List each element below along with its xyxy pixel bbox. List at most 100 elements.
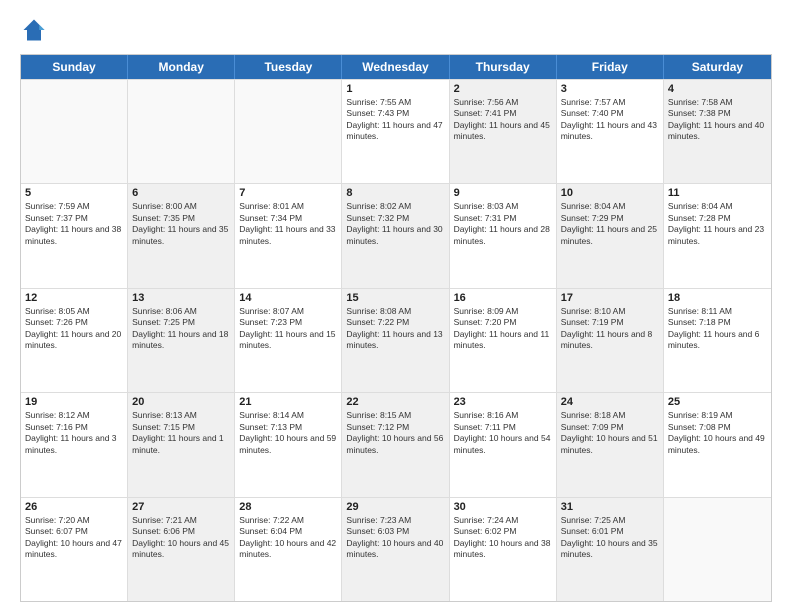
sunset-text: Sunset: 6:01 PM — [561, 526, 659, 537]
day-number: 19 — [25, 396, 123, 408]
daylight-text: Daylight: 11 hours and 18 minutes. — [132, 329, 230, 352]
sunrise-text: Sunrise: 8:09 AM — [454, 306, 552, 317]
day-number: 7 — [239, 187, 337, 199]
page: SundayMondayTuesdayWednesdayThursdayFrid… — [0, 0, 792, 612]
calendar-cell: 23Sunrise: 8:16 AMSunset: 7:11 PMDayligh… — [450, 393, 557, 496]
sunset-text: Sunset: 7:15 PM — [132, 422, 230, 433]
calendar-cell: 6 Sunrise: 8:00 AMSunset: 7:35 PMDaylight… — [128, 184, 235, 287]
daylight-text: Daylight: 11 hours and 38 minutes. — [25, 224, 123, 247]
sunset-text: Sunset: 7:32 PM — [346, 213, 444, 224]
day-number: 28 — [239, 501, 337, 513]
sunset-text: Sunset: 7:20 PM — [454, 317, 552, 328]
daylight-text: Daylight: 10 hours and 54 minutes. — [454, 433, 552, 456]
sunrise-text: Sunrise: 7:58 AM — [668, 97, 767, 108]
calendar-cell — [128, 80, 235, 183]
calendar-cell: 26Sunrise: 7:20 AMSunset: 6:07 PMDayligh… — [21, 498, 128, 601]
sunset-text: Sunset: 7:40 PM — [561, 108, 659, 119]
calendar-cell: 20Sunrise: 8:13 AMSunset: 7:15 PMDayligh… — [128, 393, 235, 496]
sunrise-text: Sunrise: 7:20 AM — [25, 515, 123, 526]
sunrise-text: Sunrise: 8:07 AM — [239, 306, 337, 317]
header-day-friday: Friday — [557, 55, 664, 79]
sunrise-text: Sunrise: 8:05 AM — [25, 306, 123, 317]
daylight-text: Daylight: 10 hours and 38 minutes. — [454, 538, 552, 561]
header-day-thursday: Thursday — [450, 55, 557, 79]
sunset-text: Sunset: 7:09 PM — [561, 422, 659, 433]
calendar-cell: 2Sunrise: 7:56 AMSunset: 7:41 PMDaylight… — [450, 80, 557, 183]
daylight-text: Daylight: 11 hours and 30 minutes. — [346, 224, 444, 247]
sunset-text: Sunset: 7:38 PM — [668, 108, 767, 119]
day-number: 23 — [454, 396, 552, 408]
day-number: 13 — [132, 292, 230, 304]
day-number: 6 — [132, 187, 230, 199]
sunset-text: Sunset: 7:34 PM — [239, 213, 337, 224]
sunrise-text: Sunrise: 8:13 AM — [132, 410, 230, 421]
day-number: 22 — [346, 396, 444, 408]
calendar-cell: 7Sunrise: 8:01 AMSunset: 7:34 PMDaylight… — [235, 184, 342, 287]
calendar-cell: 14Sunrise: 8:07 AMSunset: 7:23 PMDayligh… — [235, 289, 342, 392]
calendar-cell: 29Sunrise: 7:23 AMSunset: 6:03 PMDayligh… — [342, 498, 449, 601]
daylight-text: Daylight: 11 hours and 28 minutes. — [454, 224, 552, 247]
sunrise-text: Sunrise: 7:22 AM — [239, 515, 337, 526]
sunset-text: Sunset: 7:12 PM — [346, 422, 444, 433]
calendar-cell: 11Sunrise: 8:04 AMSunset: 7:28 PMDayligh… — [664, 184, 771, 287]
day-number: 17 — [561, 292, 659, 304]
calendar-cell: 3Sunrise: 7:57 AMSunset: 7:40 PMDaylight… — [557, 80, 664, 183]
sunset-text: Sunset: 7:35 PM — [132, 213, 230, 224]
daylight-text: Daylight: 11 hours and 40 minutes. — [668, 120, 767, 143]
daylight-text: Daylight: 11 hours and 25 minutes. — [561, 224, 659, 247]
calendar-cell — [664, 498, 771, 601]
sunrise-text: Sunrise: 8:14 AM — [239, 410, 337, 421]
sunset-text: Sunset: 7:29 PM — [561, 213, 659, 224]
header — [20, 16, 772, 44]
day-number: 21 — [239, 396, 337, 408]
sunset-text: Sunset: 6:02 PM — [454, 526, 552, 537]
daylight-text: Daylight: 10 hours and 51 minutes. — [561, 433, 659, 456]
day-number: 5 — [25, 187, 123, 199]
day-number: 30 — [454, 501, 552, 513]
sunrise-text: Sunrise: 8:04 AM — [668, 201, 767, 212]
sunrise-text: Sunrise: 8:04 AM — [561, 201, 659, 212]
daylight-text: Daylight: 11 hours and 33 minutes. — [239, 224, 337, 247]
daylight-text: Daylight: 11 hours and 3 minutes. — [25, 433, 123, 456]
sunrise-text: Sunrise: 8:00 AM — [132, 201, 230, 212]
calendar-cell: 18Sunrise: 8:11 AMSunset: 7:18 PMDayligh… — [664, 289, 771, 392]
calendar-cell: 19Sunrise: 8:12 AMSunset: 7:16 PMDayligh… — [21, 393, 128, 496]
header-day-saturday: Saturday — [664, 55, 771, 79]
sunrise-text: Sunrise: 8:03 AM — [454, 201, 552, 212]
calendar-body: 1Sunrise: 7:55 AMSunset: 7:43 PMDaylight… — [21, 79, 771, 601]
day-number: 14 — [239, 292, 337, 304]
day-number: 10 — [561, 187, 659, 199]
sunset-text: Sunset: 7:08 PM — [668, 422, 767, 433]
sunrise-text: Sunrise: 7:21 AM — [132, 515, 230, 526]
calendar-cell: 16Sunrise: 8:09 AMSunset: 7:20 PMDayligh… — [450, 289, 557, 392]
logo — [20, 16, 52, 44]
calendar-cell: 5Sunrise: 7:59 AMSunset: 7:37 PMDaylight… — [21, 184, 128, 287]
sunset-text: Sunset: 7:16 PM — [25, 422, 123, 433]
daylight-text: Daylight: 10 hours and 56 minutes. — [346, 433, 444, 456]
sunrise-text: Sunrise: 7:24 AM — [454, 515, 552, 526]
sunset-text: Sunset: 7:43 PM — [346, 108, 444, 119]
daylight-text: Daylight: 11 hours and 35 minutes. — [132, 224, 230, 247]
sunset-text: Sunset: 6:03 PM — [346, 526, 444, 537]
daylight-text: Daylight: 11 hours and 20 minutes. — [25, 329, 123, 352]
day-number: 31 — [561, 501, 659, 513]
calendar-week-4: 19Sunrise: 8:12 AMSunset: 7:16 PMDayligh… — [21, 392, 771, 496]
sunset-text: Sunset: 7:28 PM — [668, 213, 767, 224]
sunset-text: Sunset: 7:13 PM — [239, 422, 337, 433]
calendar: SundayMondayTuesdayWednesdayThursdayFrid… — [20, 54, 772, 602]
daylight-text: Daylight: 11 hours and 13 minutes. — [346, 329, 444, 352]
day-number: 18 — [668, 292, 767, 304]
daylight-text: Daylight: 10 hours and 40 minutes. — [346, 538, 444, 561]
daylight-text: Daylight: 10 hours and 45 minutes. — [132, 538, 230, 561]
daylight-text: Daylight: 11 hours and 43 minutes. — [561, 120, 659, 143]
sunset-text: Sunset: 7:25 PM — [132, 317, 230, 328]
sunset-text: Sunset: 7:11 PM — [454, 422, 552, 433]
calendar-cell: 28Sunrise: 7:22 AMSunset: 6:04 PMDayligh… — [235, 498, 342, 601]
daylight-text: Daylight: 11 hours and 1 minute. — [132, 433, 230, 456]
day-number: 12 — [25, 292, 123, 304]
sunrise-text: Sunrise: 7:59 AM — [25, 201, 123, 212]
day-number: 3 — [561, 83, 659, 95]
sunrise-text: Sunrise: 7:23 AM — [346, 515, 444, 526]
header-day-wednesday: Wednesday — [342, 55, 449, 79]
day-number: 16 — [454, 292, 552, 304]
